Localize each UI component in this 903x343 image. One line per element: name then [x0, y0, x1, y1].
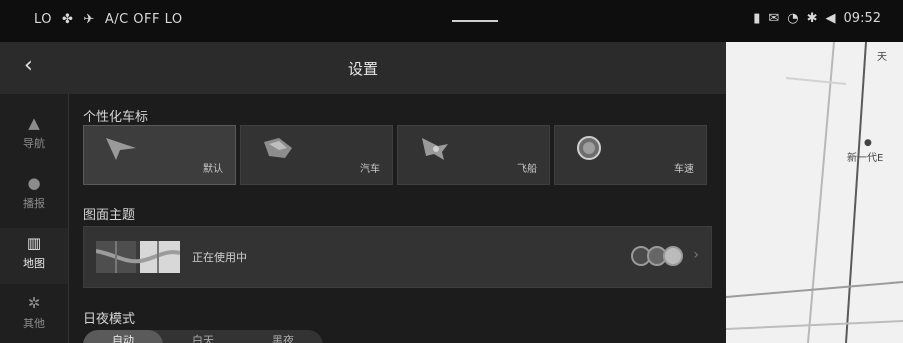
volume-icon: ◀ [825, 11, 836, 26]
message-icon: ✉ [768, 11, 780, 26]
ac-status-label: A/C OFF LO [104, 12, 183, 27]
theme-dot [663, 246, 683, 266]
marker-option-speed[interactable]: 车速 [554, 125, 707, 185]
daynight-toggle: 自动 白天 黑夜 [83, 330, 323, 343]
page-title: 设置 [347, 60, 378, 78]
nav-item-label: 导航 [23, 137, 45, 150]
microphone-icon: ● [27, 174, 41, 192]
navigation-arrow-icon: ▲ [28, 114, 40, 132]
map-roads [726, 42, 903, 343]
daynight-section-title: 日夜模式 [83, 312, 136, 327]
nav-item-label: 其他 [23, 317, 45, 330]
fan-icon: ✤ [62, 12, 74, 27]
wifi-icon: ◔ [787, 11, 799, 26]
marker-label: 默认 [203, 164, 223, 175]
nav-item-navigation[interactable]: ▲ 导航 [0, 108, 68, 164]
lo-left-label: LO [34, 12, 53, 27]
ac-icon: ✈ [83, 12, 95, 27]
marker-section-title: 个性化车标 [83, 110, 149, 125]
phone-battery-icon: ▮ [753, 11, 761, 26]
theme-status-label: 正在使用中 [192, 251, 247, 264]
map-label: 天 [877, 52, 887, 63]
settings-content: 个性化车标 默认 汽车 飞船 车速 图面主题 正在使用中 › 日夜模式 自动 白… [69, 94, 726, 343]
car-icon [264, 138, 292, 158]
marker-options: 默认 汽车 飞船 车速 [83, 125, 707, 185]
marker-label: 汽车 [360, 164, 380, 175]
spaceship-icon [422, 138, 448, 160]
chevron-right-icon: › [693, 247, 699, 263]
marker-option-default[interactable]: 默认 [83, 125, 236, 185]
theme-color-dots [631, 246, 683, 266]
marker-label: 飞船 [517, 164, 537, 175]
daynight-option-day[interactable]: 白天 [163, 330, 243, 343]
map-label: 新一代E [847, 153, 884, 164]
nav-item-label: 播报 [23, 197, 45, 210]
status-bar: LO ✤ ✈ A/C OFF LO ▮ ✉ ◔ ✱ ◀ 09:52 [0, 0, 903, 42]
settings-header: ‹ 设置 [0, 42, 726, 94]
daynight-option-night[interactable]: 黑夜 [243, 330, 323, 343]
map-view[interactable]: 天 ● 新一代E [726, 42, 903, 343]
daynight-option-auto[interactable]: 自动 [83, 330, 163, 343]
marker-option-car[interactable]: 汽车 [240, 125, 393, 185]
nav-item-other[interactable]: ✲ 其他 [0, 288, 68, 343]
theme-thumbnail-icon [96, 241, 180, 273]
bluetooth-icon: ✱ [806, 11, 818, 26]
poi-pin-icon: ● [864, 138, 872, 148]
theme-selector[interactable]: 正在使用中 › [83, 226, 712, 288]
marker-option-spaceship[interactable]: 飞船 [397, 125, 550, 185]
screen: LO ✤ ✈ A/C OFF LO ▮ ✉ ◔ ✱ ◀ 09:52 ‹ 设置 ▲… [0, 0, 903, 343]
arrow-icon [106, 138, 136, 160]
speedometer-icon [577, 136, 601, 160]
map-icon: ▥ [26, 234, 42, 252]
theme-section-title: 图面主题 [83, 208, 136, 223]
nav-item-map[interactable]: ▥ 地图 [0, 228, 68, 284]
clock: 09:52 [843, 11, 881, 26]
settings-nav: ▲ 导航 ● 播报 ▥ 地图 ✲ 其他 [0, 94, 69, 343]
nav-item-broadcast[interactable]: ● 播报 [0, 168, 68, 224]
status-left: LO ✤ ✈ A/C OFF LO [34, 12, 183, 27]
status-right: ▮ ✉ ◔ ✱ ◀ 09:52 [753, 11, 881, 26]
gear-icon: ✲ [27, 294, 41, 312]
nav-item-label: 地图 [23, 257, 45, 270]
marker-label: 车速 [674, 164, 694, 175]
status-handle [452, 20, 498, 22]
